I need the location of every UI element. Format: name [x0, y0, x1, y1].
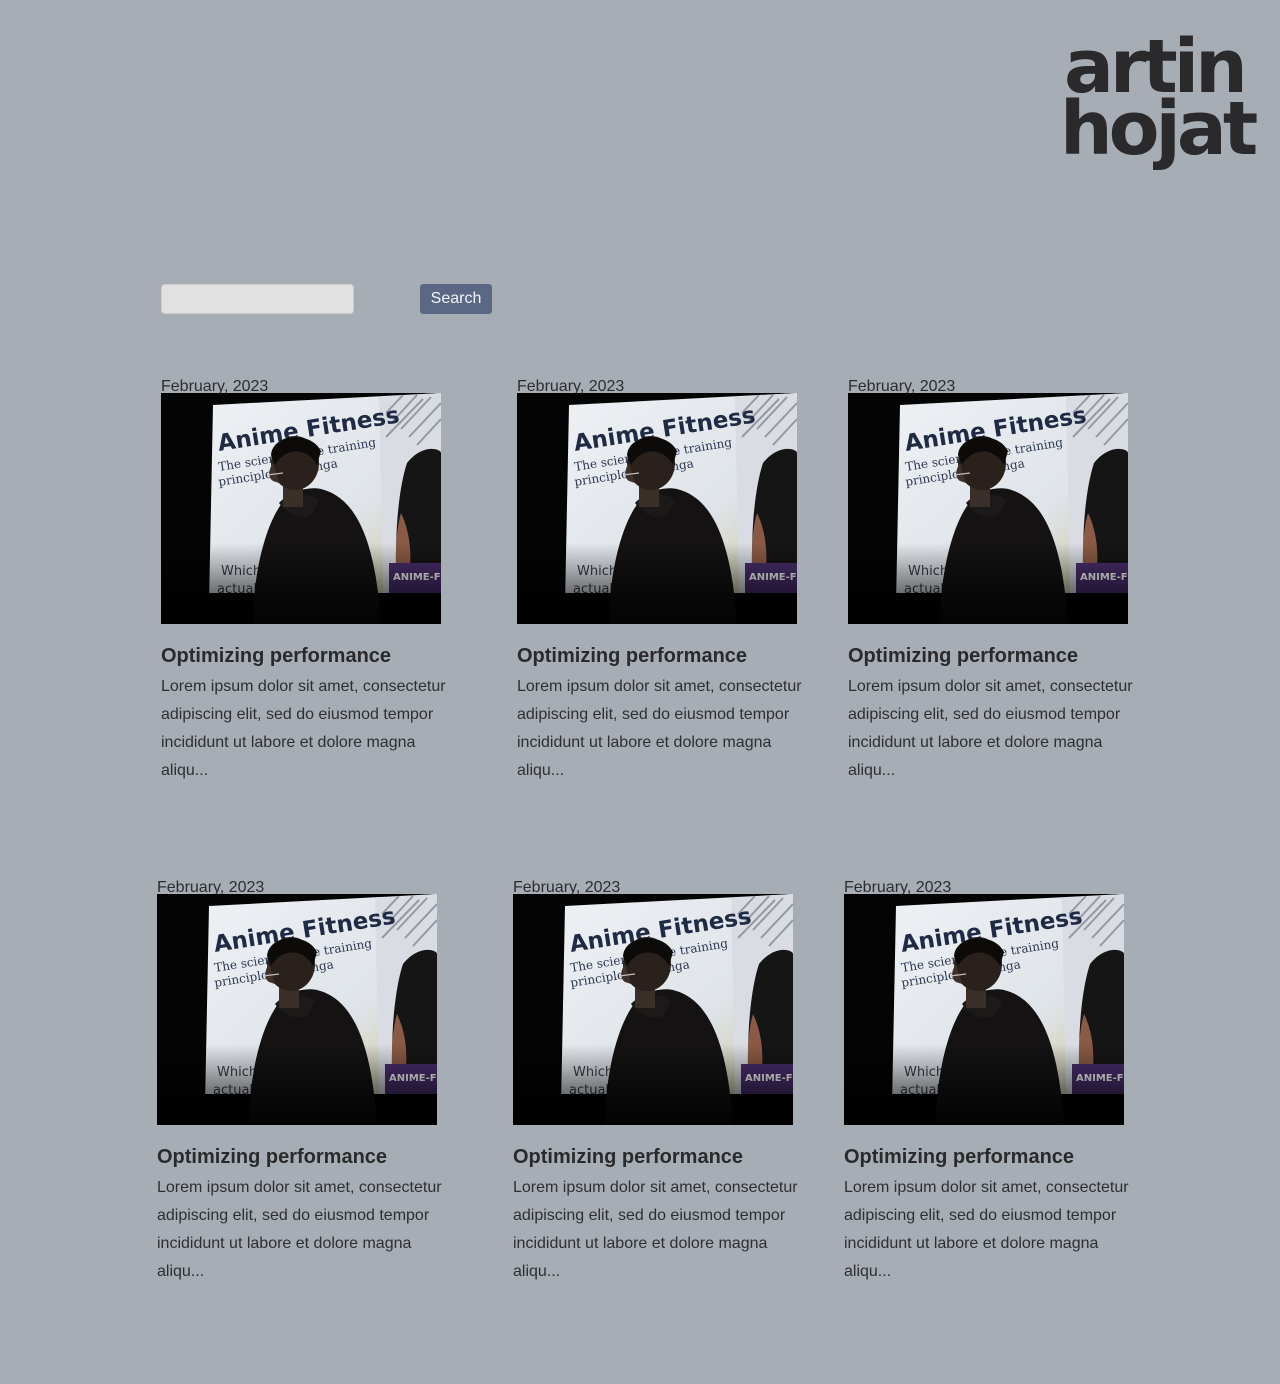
post-title[interactable]: Optimizing performance	[848, 643, 1078, 669]
post-image[interactable]: ANIME-FIAnime FitnessThe science b the t…	[157, 894, 437, 1125]
post-image[interactable]: ANIME-FIAnime FitnessThe science b the t…	[848, 393, 1128, 624]
post-title[interactable]: Optimizing performance	[157, 1144, 387, 1170]
post-title[interactable]: Optimizing performance	[517, 643, 747, 669]
search-input[interactable]	[161, 284, 354, 314]
post-title[interactable]: Optimizing performance	[513, 1144, 743, 1170]
search-button[interactable]: Search	[420, 284, 492, 314]
post-excerpt: Lorem ipsum dolor sit amet, consectetur …	[517, 678, 802, 779]
post-excerpt: Lorem ipsum dolor sit amet, consectetur …	[513, 1179, 798, 1280]
post-excerpt: Lorem ipsum dolor sit amet, consectetur …	[161, 678, 446, 779]
site-logo[interactable]: artin hojat	[1060, 30, 1258, 190]
post-image[interactable]: ANIME-FIAnime FitnessThe science b the t…	[844, 894, 1124, 1125]
post-title[interactable]: Optimizing performance	[844, 1144, 1074, 1170]
post-image[interactable]: ANIME-FIAnime FitnessThe science b the t…	[513, 894, 793, 1125]
post-excerpt: Lorem ipsum dolor sit amet, consectetur …	[157, 1179, 442, 1280]
post-excerpt: Lorem ipsum dolor sit amet, consectetur …	[848, 678, 1133, 779]
post-title[interactable]: Optimizing performance	[161, 643, 391, 669]
post-image[interactable]: ANIME-FIAnime FitnessThe science b the t…	[161, 393, 441, 624]
post-image[interactable]: ANIME-FIAnime FitnessThe science b the t…	[517, 393, 797, 624]
page: artin hojat Search February, 2023 ANIME-…	[0, 0, 1280, 1384]
logo-line-2: hojat	[1060, 86, 1258, 172]
post-excerpt: Lorem ipsum dolor sit amet, consectetur …	[844, 1179, 1129, 1280]
